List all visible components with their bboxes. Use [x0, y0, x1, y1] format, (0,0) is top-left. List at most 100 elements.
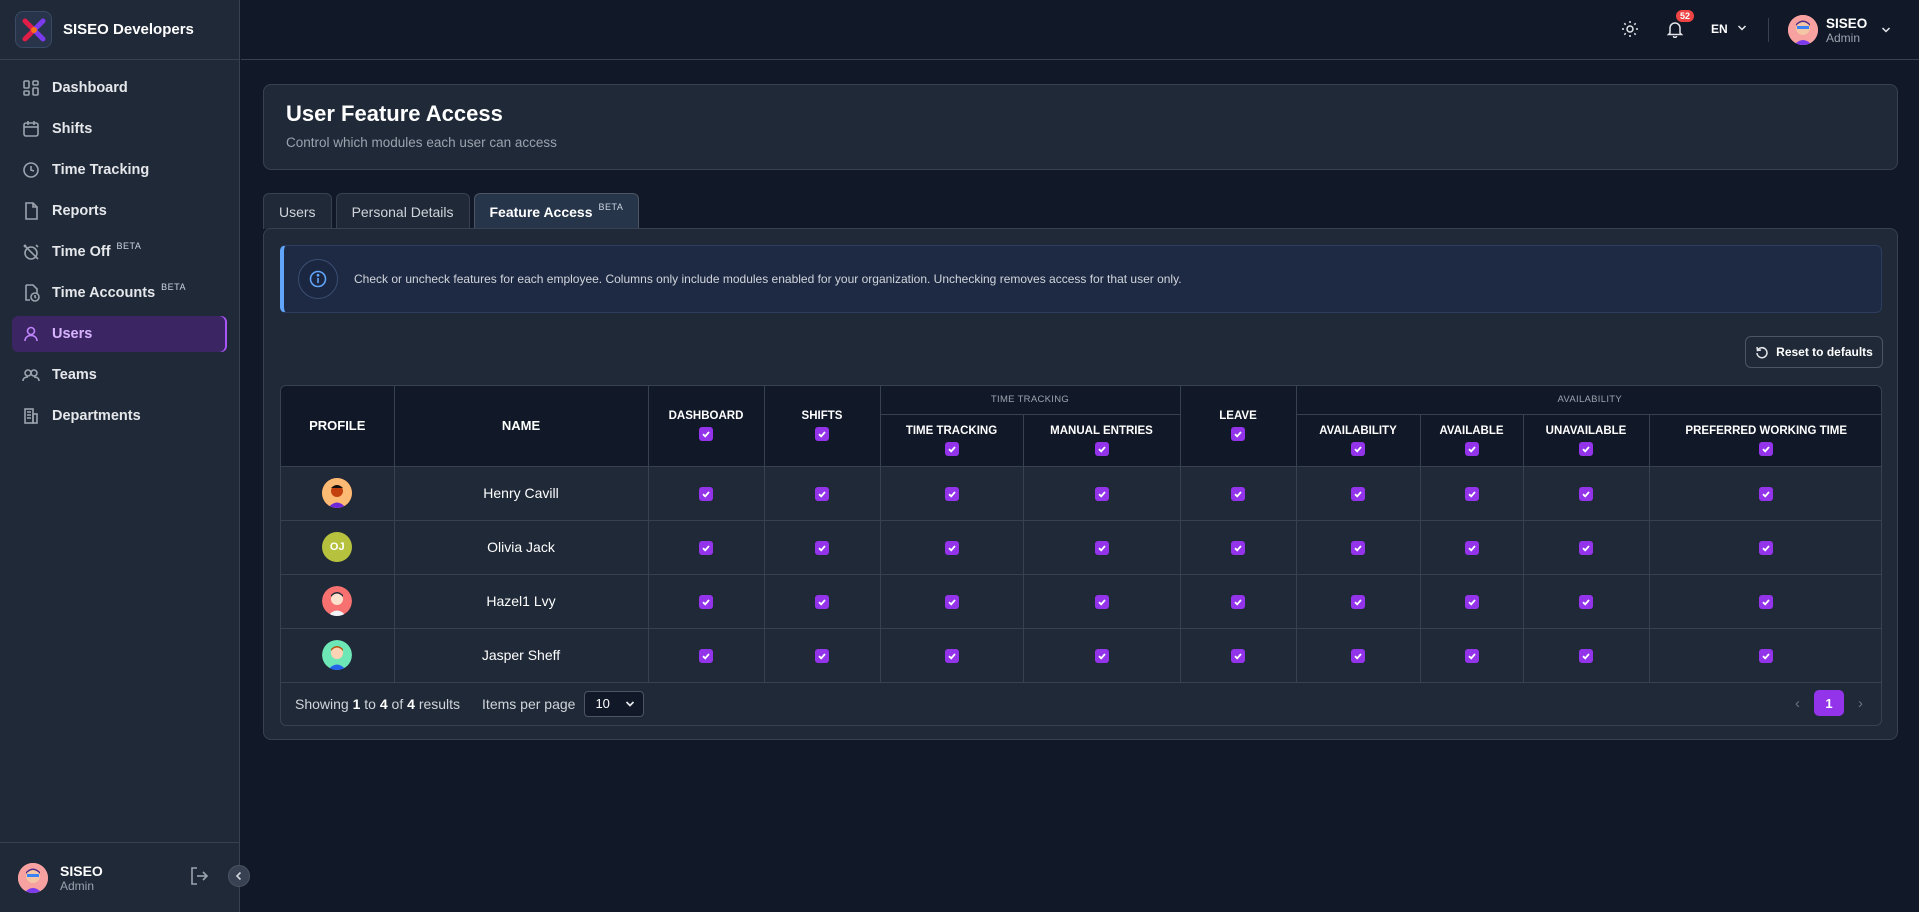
checkbox[interactable]	[1759, 541, 1774, 556]
sidebar-item-shifts[interactable]: Shifts	[12, 111, 227, 147]
sidebar-footer: SISEO Admin	[0, 842, 240, 912]
checkbox[interactable]	[815, 595, 829, 610]
sidebar-item-dashboard[interactable]: Dashboard	[12, 70, 227, 106]
user-menu[interactable]: SISEO Admin	[1788, 15, 1891, 45]
checkbox[interactable]	[1094, 487, 1109, 502]
chevron-down-icon	[626, 700, 635, 707]
sidebar-item-time-off[interactable]: Time Off BETA	[12, 234, 227, 270]
checkbox[interactable]	[1759, 649, 1774, 664]
checkbox[interactable]	[1231, 427, 1245, 442]
group-header-time-tracking: TIME TRACKING	[880, 386, 1181, 415]
tab-label: Users	[279, 203, 316, 220]
sidebar-user-role: Admin	[60, 878, 95, 893]
checkbox[interactable]	[1231, 487, 1245, 502]
sidebar-item-reports[interactable]: Reports	[12, 193, 227, 229]
checkbox[interactable]	[1094, 441, 1109, 456]
reset-icon	[1756, 346, 1768, 359]
checkbox[interactable]	[699, 595, 713, 610]
checkbox[interactable]	[1351, 487, 1365, 502]
checkbox[interactable]	[699, 649, 713, 664]
page-button[interactable]: 1	[1814, 690, 1844, 716]
checkbox[interactable]	[699, 541, 713, 556]
checkbox[interactable]	[1231, 649, 1245, 664]
sidebar-item-label: Users	[52, 326, 93, 342]
sidebar-item-departments[interactable]: Departments	[12, 398, 227, 434]
range-end: 4	[379, 695, 388, 712]
checkbox[interactable]	[944, 595, 959, 610]
column-header-dashboard: DASHBOARD	[648, 386, 765, 467]
column-header-time-tracking: TIME TRACKING	[880, 414, 1024, 467]
language-selector[interactable]: EN	[1711, 22, 1747, 36]
checkbox[interactable]	[1231, 595, 1245, 610]
checkbox[interactable]	[1094, 541, 1109, 556]
checkbox[interactable]	[1464, 487, 1479, 502]
checkbox[interactable]	[1759, 595, 1774, 610]
sidebar-item-time-accounts[interactable]: Time Accounts BETA	[12, 275, 227, 311]
checkbox[interactable]	[815, 649, 829, 664]
checkbox[interactable]	[1094, 595, 1109, 610]
checkbox[interactable]	[815, 541, 829, 556]
items-per-page-select[interactable]: 10	[584, 690, 645, 717]
header-label: SHIFTS	[801, 410, 843, 423]
checkbox[interactable]	[944, 649, 959, 664]
results-summary: Showing 1 to 4 of 4 results	[295, 696, 460, 712]
checkbox[interactable]	[815, 487, 829, 502]
notification-bell-icon[interactable]	[1666, 20, 1684, 43]
theme-toggle-icon[interactable]	[1621, 20, 1639, 43]
checkbox[interactable]	[1094, 649, 1109, 664]
header-label: AVAILABLE	[1439, 424, 1504, 437]
header-label: UNAVAILABLE	[1545, 424, 1627, 437]
showing-label: Showing	[295, 695, 349, 712]
profile-cell	[281, 574, 395, 629]
sidebar-item-time-tracking[interactable]: Time Tracking	[12, 152, 227, 188]
brand[interactable]: SISEO Developers	[0, 0, 239, 60]
checkbox[interactable]	[1464, 541, 1479, 556]
sidebar-item-users[interactable]: Users	[12, 316, 227, 352]
checkbox[interactable]	[815, 427, 829, 442]
group-header-availability: AVAILABILITY	[1296, 386, 1881, 415]
sidebar-item-label: Time Off	[52, 244, 111, 260]
collapse-sidebar-button[interactable]	[228, 865, 250, 887]
chevron-right-icon[interactable]: ›	[1858, 695, 1863, 712]
to-label: to	[364, 695, 376, 712]
checkbox[interactable]	[1351, 541, 1365, 556]
checkbox[interactable]	[1351, 441, 1365, 456]
reset-defaults-button[interactable]: Reset to defaults	[1745, 336, 1883, 368]
checkbox[interactable]	[1464, 649, 1479, 664]
header-user-role: Admin	[1826, 30, 1861, 45]
sidebar-item-label: Dashboard	[52, 80, 128, 96]
chevron-left-icon[interactable]: ‹	[1795, 695, 1800, 712]
column-header-name: NAME	[394, 386, 649, 467]
checkbox[interactable]	[1464, 441, 1479, 456]
checkbox[interactable]	[1579, 595, 1593, 610]
column-header-availability: AVAILABILITY	[1296, 414, 1421, 467]
checkbox[interactable]	[1579, 541, 1593, 556]
column-header-shifts: SHIFTS	[764, 386, 881, 467]
tab-feature-access[interactable]: Feature Access BETA	[473, 193, 640, 230]
avatar[interactable]	[18, 862, 48, 893]
team-icon	[22, 369, 40, 382]
building-icon	[24, 408, 38, 424]
checkbox[interactable]	[1579, 441, 1593, 456]
checkbox[interactable]	[1759, 487, 1774, 502]
checkbox[interactable]	[944, 441, 959, 456]
avatar	[322, 478, 353, 508]
column-header-manual-entries: MANUAL ENTRIES	[1023, 414, 1181, 467]
tab-users[interactable]: Users	[263, 193, 332, 229]
checkbox[interactable]	[1351, 595, 1365, 610]
checkbox[interactable]	[1579, 649, 1593, 664]
reset-defaults-label: Reset to defaults	[1776, 345, 1873, 359]
checkbox[interactable]	[1231, 541, 1245, 556]
checkbox[interactable]	[1351, 649, 1365, 664]
checkbox[interactable]	[699, 427, 713, 442]
checkbox[interactable]	[1759, 441, 1774, 456]
alarm-off-icon	[23, 244, 39, 260]
checkbox[interactable]	[1579, 487, 1593, 502]
checkbox[interactable]	[1464, 595, 1479, 610]
logout-icon[interactable]	[188, 865, 210, 892]
checkbox[interactable]	[944, 541, 959, 556]
tab-personal-details[interactable]: Personal Details	[335, 193, 470, 229]
checkbox[interactable]	[944, 487, 959, 502]
checkbox[interactable]	[699, 487, 713, 502]
sidebar-item-teams[interactable]: Teams	[12, 357, 227, 393]
